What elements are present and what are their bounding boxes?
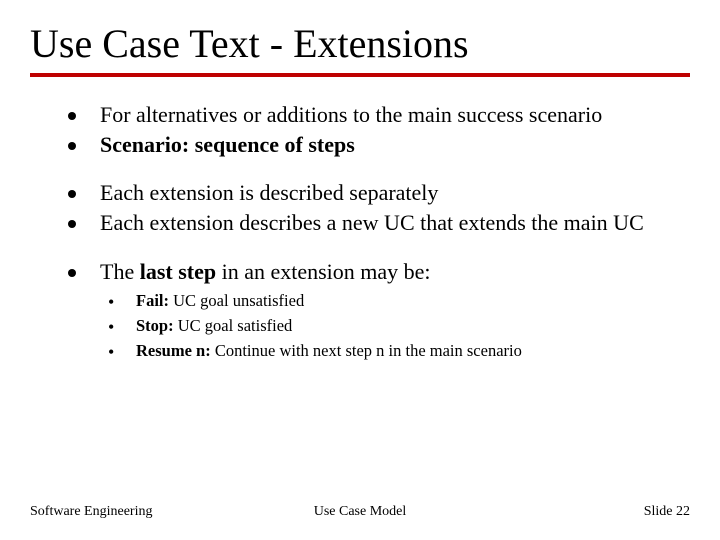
footer-left: Software Engineering xyxy=(30,504,152,520)
sub-bullet-icon: • xyxy=(108,290,136,314)
bullet-group: The last step in an extension may be:•Fa… xyxy=(68,258,670,365)
slide: Use Case Text - Extensions For alternati… xyxy=(0,0,720,540)
bullet-item: The last step in an extension may be: xyxy=(68,258,670,286)
bullet-text: Each extension is described separately xyxy=(100,179,670,207)
bullet-list: For alternatives or additions to the mai… xyxy=(68,101,670,365)
footer-center: Use Case Model xyxy=(314,504,407,520)
sub-bullet-text: Resume n: Continue with next step n in t… xyxy=(136,340,670,362)
bullet-item: For alternatives or additions to the mai… xyxy=(68,101,670,129)
slide-title: Use Case Text - Extensions xyxy=(30,20,690,77)
bullet-text: The last step in an extension may be: xyxy=(100,258,670,286)
bullet-item: Each extension is described separately xyxy=(68,179,670,207)
footer: Software Engineering Use Case Model Slid… xyxy=(30,504,690,520)
bullet-item: Each extension describes a new UC that e… xyxy=(68,209,670,237)
bullet-text: For alternatives or additions to the mai… xyxy=(100,101,670,129)
sub-bullet-item: •Resume n: Continue with next step n in … xyxy=(108,340,670,364)
sub-bullet-icon: • xyxy=(108,340,136,364)
slide-content: For alternatives or additions to the mai… xyxy=(30,101,690,365)
sub-bullet-list: •Fail: UC goal unsatisfied•Stop: UC goal… xyxy=(68,290,670,365)
sub-bullet-icon: • xyxy=(108,315,136,339)
footer-right: Slide 22 xyxy=(644,504,690,520)
bullet-icon xyxy=(68,220,76,228)
sub-bullet-text: Stop: UC goal satisfied xyxy=(136,315,670,337)
sub-bullet-text: Fail: UC goal unsatisfied xyxy=(136,290,670,312)
bullet-group: For alternatives or additions to the mai… xyxy=(68,101,670,159)
bullet-icon xyxy=(68,269,76,277)
sub-bullet-item: •Stop: UC goal satisfied xyxy=(108,315,670,339)
bullet-text: Each extension describes a new UC that e… xyxy=(100,209,670,237)
bullet-item: Scenario: sequence of steps xyxy=(68,131,670,159)
sub-bullet-item: •Fail: UC goal unsatisfied xyxy=(108,290,670,314)
bullet-text: Scenario: sequence of steps xyxy=(100,131,670,159)
bullet-icon xyxy=(68,190,76,198)
bullet-icon xyxy=(68,112,76,120)
bullet-icon xyxy=(68,142,76,150)
bullet-group: Each extension is described separatelyEa… xyxy=(68,179,670,237)
